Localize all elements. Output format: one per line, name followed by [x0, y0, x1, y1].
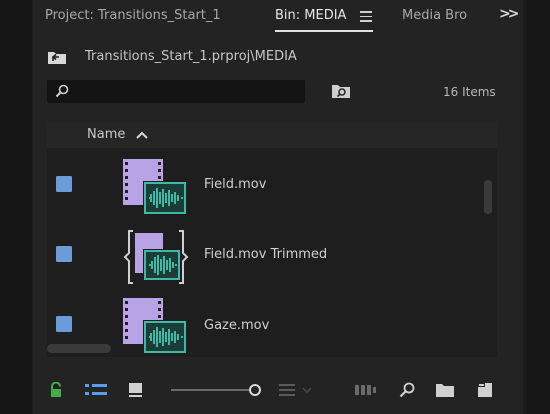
- clip-name[interactable]: Gaze.mov: [204, 318, 269, 333]
- tab-overflow-icon[interactable]: >>: [499, 6, 520, 22]
- list-header: Name: [47, 122, 497, 148]
- project-panel: Project: Transitions_Start_1 Bin: MEDIA …: [33, 0, 523, 414]
- new-search-bin-icon[interactable]: [331, 82, 351, 100]
- sort-icons-icon[interactable]: [279, 382, 315, 398]
- panel-tab-bar: Project: Transitions_Start_1 Bin: MEDIA …: [33, 0, 523, 36]
- right-panel-gap: [526, 0, 550, 414]
- vertical-scrollbar[interactable]: [484, 180, 492, 214]
- list-view-icon[interactable]: [85, 382, 107, 398]
- new-item-icon[interactable]: [477, 382, 493, 398]
- active-tab-indicator: [275, 30, 373, 32]
- list-item[interactable]: Gaze.mov: [47, 294, 497, 357]
- premiere-bin-window: Project: Transitions_Start_1 Bin: MEDIA …: [0, 0, 550, 414]
- tab-media-browser[interactable]: Media Bro: [402, 8, 467, 23]
- trimmed-clip-thumbnail-icon: [123, 230, 189, 284]
- column-header-name[interactable]: Name: [87, 127, 125, 142]
- zoom-slider[interactable]: [171, 382, 267, 398]
- tab-project[interactable]: Project: Transitions_Start_1: [45, 8, 221, 23]
- search-input[interactable]: [75, 82, 299, 102]
- automate-to-sequence-icon[interactable]: [355, 382, 377, 398]
- panel-menu-icon[interactable]: [360, 11, 372, 22]
- icon-view-icon[interactable]: [128, 382, 144, 398]
- label-color-swatch[interactable]: [56, 246, 72, 262]
- find-icon[interactable]: [399, 382, 415, 398]
- breadcrumb: Transitions_Start_1.prproj\MEDIA: [33, 44, 523, 72]
- clip-name[interactable]: Field.mov Trimmed: [204, 247, 327, 262]
- clip-thumbnail-icon: [123, 298, 187, 354]
- lock-icon[interactable]: [49, 382, 63, 398]
- label-color-swatch[interactable]: [56, 316, 72, 332]
- bin-path: Transitions_Start_1.prproj\MEDIA: [85, 49, 297, 64]
- horizontal-scrollbar[interactable]: [47, 344, 111, 353]
- bottom-toolbar: [33, 372, 523, 408]
- clip-thumbnail-icon: [123, 159, 187, 215]
- items-count: 16 Items: [443, 85, 496, 99]
- sort-ascending-icon[interactable]: [135, 130, 149, 140]
- list-item[interactable]: Field.mov: [47, 153, 497, 223]
- clip-name[interactable]: Field.mov: [204, 177, 266, 192]
- parent-folder-icon[interactable]: [47, 49, 67, 65]
- search-icon: [55, 84, 69, 98]
- left-panel-gap: [0, 0, 32, 414]
- list-item[interactable]: Field.mov Trimmed: [47, 223, 497, 293]
- tab-bin-media[interactable]: Bin: MEDIA: [275, 8, 346, 23]
- new-bin-icon[interactable]: [435, 382, 455, 398]
- search-field[interactable]: [47, 80, 305, 103]
- bin-item-list: Name Field.mov Field.mov Trimmed Gaze.mo…: [47, 122, 497, 357]
- label-color-swatch[interactable]: [56, 176, 72, 192]
